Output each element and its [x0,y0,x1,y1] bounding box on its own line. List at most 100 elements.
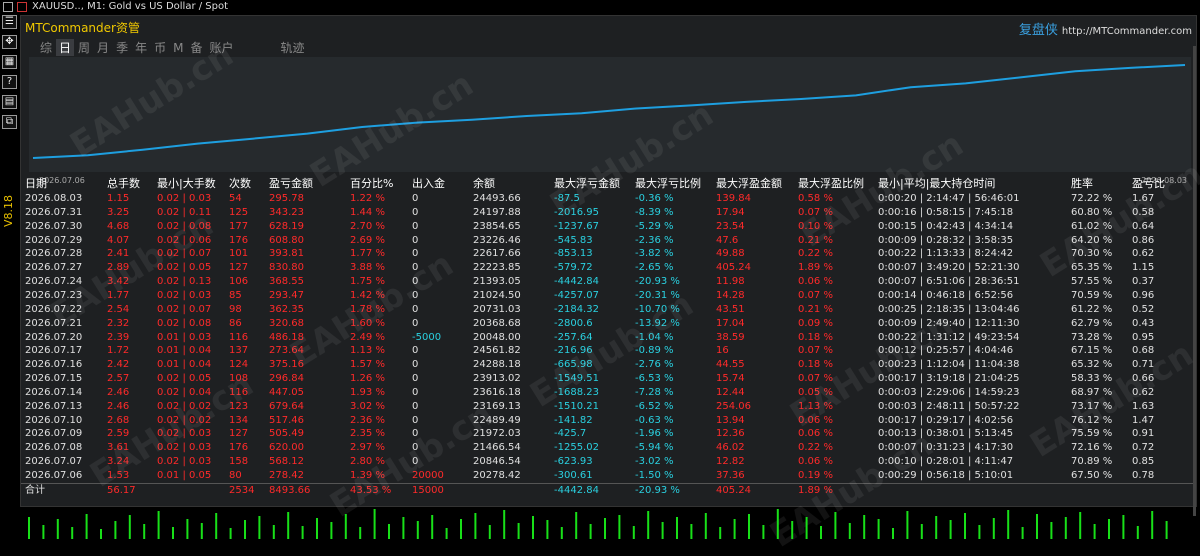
column-header[interactable]: 盈亏比 [1132,176,1165,191]
column-header[interactable]: 总手数 [107,176,140,191]
column-header[interactable]: 最小|大手数 [157,176,216,191]
table-row[interactable]: 2026.07.29 4.07 0.02 | 0.06 176 608.80 2.69 %… [21,234,1196,247]
table-cell: 0.95 [1132,331,1155,343]
table-cell: 0 [412,400,419,412]
table-row[interactable]: 2026.07.15 2.57 0.02 | 0.05 108 296.84 1.26 %… [21,372,1196,385]
volume-bar [388,524,390,539]
table-row[interactable]: 2026.07.09 2.59 0.02 | 0.03 127 505.49 2.35 %… [21,427,1196,440]
total-cell: 56.17 [107,484,136,496]
table-cell: -1.50 % [635,470,674,481]
column-header[interactable]: 最大浮盈比例 [798,176,864,191]
table-row[interactable]: 2026.07.22 2.54 0.02 | 0.07 98 362.35 1.78 % 0… [21,303,1196,316]
move-button[interactable]: ✥ [2,35,17,49]
table-cell: 0:00:22 | 1:13:33 | 8:24:42 [878,248,1014,260]
scrollbar[interactable] [1193,46,1196,516]
volume-bar [71,527,74,539]
table-header: 日期 总手数 最小|大手数 次数 盈亏金额 百分比% 出入金 余额 最大浮亏金额 最大浮亏比例 最大… [21,176,1196,191]
table-row[interactable]: 2026.07.14 2.46 0.02 | 0.04 116 447.05 1.93 %… [21,386,1196,399]
table-cell: 0.02 | 0.08 [157,317,212,329]
tab-0[interactable]: 综 [37,39,55,56]
table-row[interactable]: 2026.07.06 1.53 0.01 | 0.05 80 278.42 1.39 % 2… [21,469,1196,482]
table-cell: -1.04 % [635,331,674,343]
table-cell: 1.77 % [350,248,385,260]
table-cell: 0:00:20 | 2:14:47 | 56:46:01 [878,193,1020,204]
tab-1[interactable]: 日 [56,39,75,56]
table-cell: 177 [229,220,249,232]
tab-8[interactable]: 备 [187,39,205,56]
table-row[interactable]: 2026.07.23 1.77 0.02 | 0.03 85 293.47 1.42 % 0… [21,289,1196,302]
tab-3[interactable]: 月 [94,39,112,56]
column-header[interactable]: 次数 [229,176,251,191]
table-row[interactable]: 2026.07.27 2.89 0.02 | 0.05 127 830.80 3.88 %… [21,261,1196,274]
column-header[interactable]: 最大浮亏金额 [554,176,620,191]
table-cell: 0 [412,220,419,232]
table-cell: 0.58 [1132,206,1155,218]
volume-bar [532,516,534,539]
list-button[interactable]: ▤ [2,95,17,109]
table-cell: 0 [412,193,419,204]
table-cell: 2.69 % [350,234,385,246]
column-header[interactable]: 百分比% [350,176,393,191]
brand-url-link[interactable]: http://MTCommander.com [1062,26,1192,37]
table-cell: 0 [412,289,419,301]
table-row[interactable]: 2026.07.30 4.68 0.02 | 0.08 177 628.19 2.70 %… [21,220,1196,233]
table-cell: 20278.42 [473,470,521,481]
table-row[interactable]: 2026.07.13 2.46 0.02 | 0.02 123 679.64 3.02 %… [21,400,1196,413]
volume-bar [85,514,88,539]
table-row[interactable]: 2026.07.28 2.41 0.02 | 0.07 101 393.81 1.77 %… [21,247,1196,260]
column-header[interactable]: 最大浮亏比例 [635,176,701,191]
table-row[interactable]: 2026.07.24 3.42 0.02 | 0.13 106 368.55 1.75 %… [21,275,1196,288]
tab-6[interactable]: 币 [151,39,169,56]
column-header[interactable]: 最大浮盈金额 [716,176,782,191]
version-label: V8.18 [2,195,15,228]
table-row[interactable]: 2026.07.10 2.68 0.02 | 0.02 134 517.46 2.36 %… [21,414,1196,427]
tab-4[interactable]: 季 [113,39,131,56]
table-row[interactable]: 2026.07.21 2.32 0.02 | 0.08 86 320.68 1.60 % 0… [21,317,1196,330]
volume-bar [1122,515,1125,539]
table-cell: -10.70 % [635,303,680,315]
table-row[interactable]: 2026.08.03 1.15 0.02 | 0.03 54 295.78 1.22 % 0… [21,192,1196,205]
menu-button[interactable]: ☰ [2,15,17,29]
table-cell: 505.49 [269,428,304,440]
table-cell: 2.80 % [350,456,385,468]
table-row[interactable]: 2026.07.17 1.72 0.01 | 0.04 137 273.64 1.13 %… [21,344,1196,357]
table-cell: 0 [412,303,419,315]
tab-10[interactable]: 轨迹 [278,39,308,56]
window-button[interactable]: ⧉ [2,115,17,129]
table-cell: 116 [229,386,249,398]
column-header[interactable]: 出入金 [412,176,445,191]
grid-button[interactable]: ▦ [2,55,17,69]
table-cell: 20846.54 [473,456,521,468]
table-row[interactable]: 2026.07.31 3.25 0.02 | 0.11 125 343.23 1.44 %… [21,206,1196,219]
table-cell: 0 [412,442,419,454]
tab-7[interactable]: M [170,41,186,55]
help-button[interactable]: ? [2,75,17,89]
table-cell: 72.22 % [1071,193,1113,204]
table-cell: 2.54 [107,303,130,315]
table-cell: 0 [412,386,419,398]
table-cell: 37.36 [716,470,745,481]
column-header[interactable]: 胜率 [1071,176,1093,191]
column-header[interactable]: 最小|平均|最大持仓时间 [878,176,995,191]
tab-2[interactable]: 周 [75,39,93,56]
column-header[interactable]: 余额 [473,176,495,191]
table-row[interactable]: 2026.07.16 2.42 0.01 | 0.04 124 375.16 1.57 %… [21,358,1196,371]
table-row[interactable]: 2026.07.20 2.39 0.01 | 0.03 116 486.18 2.49 %… [21,331,1196,344]
table-cell: 22617.66 [473,248,521,260]
table-row[interactable]: 2026.07.07 3.24 0.02 | 0.03 158 568.12 2.80 %… [21,455,1196,468]
table-cell: 0:00:07 | 0:31:23 | 4:17:30 [878,442,1014,454]
table-row[interactable]: 2026.07.08 3.61 0.02 | 0.03 176 620.00 2.97 %… [21,441,1196,454]
tab-9[interactable]: 账户 [206,39,236,56]
table-cell: 273.64 [269,345,304,357]
table-cell: -545.83 [554,234,593,246]
window-menu-icon[interactable] [3,2,13,12]
column-header[interactable]: 日期 [25,176,47,191]
table-cell: 0:00:10 | 0:28:01 | 4:11:47 [878,456,1014,468]
table-cell: -7.28 % [635,386,674,398]
table-cell: 368.55 [269,276,304,288]
table-total-row: 合计 56.17 2534 8493.66 43.53 % 15000 -4442.84 -2… [21,482,1196,497]
table-cell: 62.79 % [1071,317,1113,329]
table-cell: 2026.07.22 [25,303,83,315]
tab-5[interactable]: 年 [132,39,150,56]
column-header[interactable]: 盈亏金额 [269,176,313,191]
